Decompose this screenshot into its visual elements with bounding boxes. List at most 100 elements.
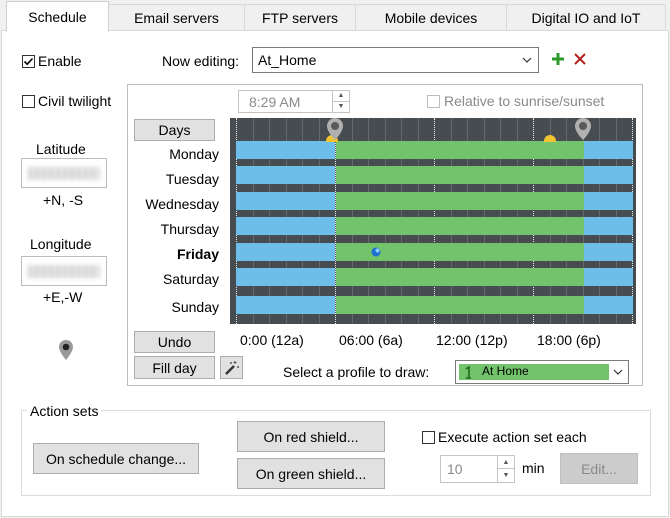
time-value: 8:29 AM (249, 94, 301, 110)
spin-up-icon[interactable]: ▲ (333, 91, 349, 102)
day-label-saturday[interactable]: Saturday (133, 271, 219, 287)
latitude-value-redacted (28, 167, 100, 180)
civil-twilight-checkbox[interactable] (22, 95, 35, 108)
civil-twilight-label: Civil twilight (38, 93, 112, 109)
magic-wand-icon (224, 360, 239, 375)
spin-down-icon[interactable]: ▼ (333, 102, 349, 113)
day-label-monday[interactable]: Monday (133, 146, 219, 162)
longitude-value-redacted (28, 265, 100, 278)
longitude-label: Longitude (30, 236, 92, 252)
tab-mobile-devices[interactable]: Mobile devices (355, 4, 507, 31)
time-axis-label: 0:00 (12a) (240, 332, 304, 348)
schedule-segment-home[interactable] (336, 296, 584, 314)
button-label: On green shield... (255, 465, 367, 482)
schedule-segment-home[interactable] (336, 141, 584, 159)
execute-action-label: Execute action set each (438, 429, 587, 445)
profile-draw-value: At Home (482, 364, 529, 378)
day-label-wednesday[interactable]: Wednesday (133, 196, 219, 212)
schedule-segment-away[interactable] (236, 192, 335, 210)
spin-up-icon[interactable]: ▲ (498, 456, 514, 469)
day-label-sunday[interactable]: Sunday (133, 299, 219, 315)
profile-edit-combo[interactable]: At_Home (252, 47, 539, 73)
execute-action-checkbox[interactable] (422, 431, 435, 444)
interval-spinner[interactable]: 10 ▲ ▼ (440, 455, 515, 483)
on-green-shield-button[interactable]: On green shield... (237, 458, 385, 489)
button-label: On red shield... (263, 428, 359, 445)
days-button[interactable]: Days (134, 119, 215, 141)
longitude-input[interactable] (21, 256, 107, 286)
map-pin-icon[interactable] (58, 339, 74, 361)
chevron-down-icon (613, 369, 623, 375)
tab-ftp-servers[interactable]: FTP servers (244, 4, 356, 31)
schedule-segment-away[interactable] (236, 217, 335, 235)
map-pin-icon[interactable] (326, 117, 344, 141)
spin-down-icon[interactable]: ▼ (498, 469, 514, 482)
day-label-tuesday[interactable]: Tuesday (133, 171, 219, 187)
schedule-segment-away[interactable] (236, 296, 335, 314)
fill-day-button-label: Fill day (152, 359, 197, 376)
time-axis-label: 06:00 (6a) (339, 332, 403, 348)
schedule-segment-home[interactable] (336, 268, 584, 286)
schedule-segment-home[interactable] (336, 217, 584, 235)
day-label-thursday[interactable]: Thursday (133, 221, 219, 237)
schedule-segment-away[interactable] (583, 296, 633, 314)
button-label: Edit... (581, 460, 617, 477)
magic-wand-button[interactable] (220, 356, 243, 379)
on-schedule-change-button[interactable]: On schedule change... (33, 443, 199, 474)
schedule-segment-away[interactable] (583, 192, 633, 210)
latitude-hint: +N, -S (43, 192, 84, 208)
current-time-marker-icon (371, 247, 381, 257)
schedule-segment-away[interactable] (236, 243, 335, 261)
time-spinner[interactable]: 8:29 AM ▲ ▼ (238, 90, 350, 113)
schedule-segment-away[interactable] (583, 166, 633, 184)
schedule-segment-away[interactable] (583, 141, 633, 159)
relative-sunrise-checkbox[interactable] (427, 95, 440, 108)
profile-edit-value: At_Home (258, 52, 317, 68)
latitude-label: Latitude (36, 141, 86, 157)
undo-button[interactable]: Undo (134, 331, 215, 353)
action-sets-label: Action sets (27, 403, 102, 419)
sun-icon (543, 135, 556, 142)
tab-email-servers[interactable]: Email servers (108, 4, 245, 31)
days-button-label: Days (158, 122, 191, 138)
enable-checkbox[interactable] (22, 55, 35, 68)
tab-schedule[interactable]: Schedule (6, 1, 109, 32)
x-icon[interactable] (573, 52, 587, 66)
tab-label: FTP servers (262, 10, 338, 26)
undo-button-label: Undo (157, 334, 192, 350)
schedule-segment-away[interactable] (583, 243, 633, 261)
time-axis-label: 18:00 (6p) (537, 332, 601, 348)
day-label-friday[interactable]: Friday (133, 246, 219, 262)
map-pin-icon[interactable] (574, 117, 592, 141)
tab-label: Mobile devices (384, 10, 478, 26)
profile-select-label: Select a profile to draw: (283, 364, 430, 380)
tab-label: Digital IO and IoT (531, 10, 641, 26)
schedule-segment-away[interactable] (583, 217, 633, 235)
tab-label: Schedule (28, 9, 87, 25)
interval-value: 10 (447, 461, 463, 477)
edit-action-button[interactable]: Edit... (560, 453, 638, 484)
relative-sunrise-label: Relative to sunrise/sunset (444, 93, 605, 109)
on-red-shield-button[interactable]: On red shield... (237, 421, 385, 452)
chevron-down-icon (522, 57, 532, 63)
latitude-input[interactable] (21, 158, 107, 188)
tab-digital-io[interactable]: Digital IO and IoT (506, 4, 666, 31)
checkmark-icon (23, 57, 34, 66)
button-label: On schedule change... (45, 450, 187, 467)
schedule-segment-away[interactable] (236, 141, 335, 159)
interval-unit: min (522, 460, 545, 476)
plus-icon[interactable] (551, 52, 565, 66)
enable-label: Enable (38, 53, 82, 69)
schedule-grid[interactable] (230, 118, 636, 324)
interval-spinner-buttons: ▲ ▼ (497, 456, 514, 482)
schedule-segment-away[interactable] (583, 268, 633, 286)
profile-number-icon (465, 366, 471, 379)
longitude-hint: +E,-W (43, 289, 83, 305)
time-axis-label: 12:00 (12p) (436, 332, 508, 348)
schedule-segment-away[interactable] (236, 268, 335, 286)
profile-draw-combo[interactable]: At Home (455, 360, 629, 384)
schedule-segment-home[interactable] (336, 192, 584, 210)
schedule-segment-away[interactable] (236, 166, 335, 184)
schedule-segment-home[interactable] (336, 166, 584, 184)
fill-day-button[interactable]: Fill day (134, 356, 215, 379)
